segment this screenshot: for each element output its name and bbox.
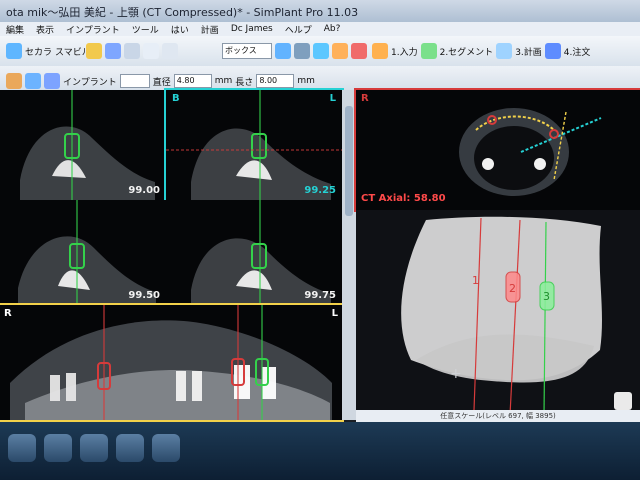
implant-toolbar: インプラント 直径 4.80 mm 長さ 8.00 mm (0, 66, 640, 91)
menu-item[interactable]: Dc James (231, 24, 273, 34)
length-field[interactable]: 8.00 (256, 74, 295, 88)
vertical-scrollbar[interactable] (342, 90, 356, 420)
main-toolbar: セカラ スマビル ボックス 1.入力 2.セグメント 3.計画 4.注文 (0, 36, 640, 67)
contrast-icon[interactable] (124, 43, 140, 59)
menu-item[interactable]: はい (171, 23, 189, 36)
diameter-field[interactable]: 4.80 (173, 74, 212, 88)
step-2-label[interactable]: 2.セグメント (440, 45, 494, 58)
pano-r-label: R (4, 308, 12, 319)
view-cube-icon[interactable] (614, 392, 632, 410)
length-label: 長さ (235, 77, 254, 88)
titlebar: ota mik～弘田 美紀 - 上顎 (CT Compressed)* - Si… (0, 0, 640, 22)
nerve-icon[interactable] (25, 73, 41, 89)
step-3-label[interactable]: 3.計画 (515, 45, 542, 58)
step-buttons: 1.入力 2.セグメント 3.計画 4.注文 (372, 42, 590, 60)
menu-item[interactable]: ヘルプ (285, 23, 312, 36)
implant-icon[interactable] (6, 73, 22, 89)
order-icon[interactable] (544, 43, 561, 59)
measure-icon[interactable] (44, 73, 60, 89)
diameter-label: 直径 (152, 77, 171, 88)
import-icon[interactable] (372, 43, 388, 59)
axial-caption: CT Axial: 58.80 (361, 193, 446, 204)
cross-section-view-1[interactable]: 99.00 (0, 90, 166, 200)
step-1-label[interactable]: 1.入力 (391, 45, 418, 58)
menu-item[interactable]: ツール (132, 23, 159, 36)
move-icon[interactable] (162, 43, 178, 59)
status-bar: 任意スケール(レベル 697, 幅 3895) (356, 410, 640, 422)
implant-label: インプラント (63, 77, 117, 88)
slice-value: 99.00 (128, 185, 160, 196)
windows-taskbar (0, 422, 640, 480)
undo-icon[interactable] (86, 43, 102, 59)
slice-value: 99.25 (304, 185, 336, 196)
3d-render: 1 2 3 + (356, 210, 640, 420)
pano-l-label: L (331, 308, 338, 319)
menu-item[interactable]: インプラント (66, 23, 120, 36)
app-window: ota mik～弘田 美紀 - 上顎 (CT Compressed)* - Si… (0, 0, 640, 480)
scroll-thumb[interactable] (345, 106, 353, 216)
stop-icon[interactable] (351, 43, 367, 59)
3d-view[interactable]: 1 2 3 + (356, 210, 640, 420)
view-dropdown[interactable]: ボックス (222, 43, 272, 59)
panoramic-view[interactable]: R L (0, 303, 344, 422)
start-button-icon[interactable] (8, 434, 36, 462)
view-select: ボックス (222, 42, 367, 60)
diameter-unit: mm (214, 76, 233, 86)
warning-icon[interactable] (332, 43, 348, 59)
segment-icon[interactable] (420, 43, 437, 59)
scan-image (0, 90, 166, 200)
left-tools: セカラ スマビル (6, 42, 91, 60)
slice-value: 99.75 (304, 290, 336, 301)
zoom-in-icon[interactable] (275, 43, 291, 59)
cross-section-view-2[interactable]: B L 99.25 (164, 88, 344, 202)
scan-image (166, 90, 342, 200)
menu-item[interactable]: 編集 (6, 23, 24, 36)
implant-2-label: 2 (509, 282, 516, 295)
implant-tools: インプラント 直径 4.80 mm 長さ 8.00 mm (6, 72, 315, 90)
fit-icon[interactable] (313, 43, 329, 59)
panoramic-image (0, 305, 342, 420)
step-4-label[interactable]: 4.注文 (564, 45, 591, 58)
cursor-crosshair: + (450, 366, 462, 382)
axial-r-label: R (361, 93, 369, 104)
length-unit: mm (297, 76, 315, 86)
status-text: 任意スケール(レベル 697, 幅 3895) (440, 412, 556, 420)
rotate-icon[interactable] (143, 43, 159, 59)
view-b-label: B (172, 93, 180, 104)
window-title: ota mik～弘田 美紀 - 上顎 (CT Compressed)* - Si… (6, 6, 359, 19)
redo-icon[interactable] (105, 43, 121, 59)
implant-3-label: 3 (543, 290, 550, 303)
layers-icon[interactable] (6, 43, 22, 59)
menu-item[interactable]: 表示 (36, 23, 54, 36)
slice-value: 99.50 (128, 290, 160, 301)
view-l-label: L (329, 93, 336, 104)
plan-icon[interactable] (496, 43, 513, 59)
taskbar-app-icon[interactable] (116, 434, 144, 462)
left-label: セカラ (25, 47, 53, 58)
cross-section-view-3[interactable]: 99.50 (0, 200, 166, 305)
workspace: 99.00 B L 99.25 99.50 99.75 R L R CT Axi… (0, 88, 640, 422)
cross-section-view-4[interactable]: 99.75 (166, 200, 342, 305)
zoom-out-icon[interactable] (294, 43, 310, 59)
tool-group-1 (86, 42, 178, 60)
menubar: 編集 表示 インプラント ツール はい 計画 Dc James ヘルプ Ab? (0, 22, 640, 36)
menu-item[interactable]: 計画 (201, 23, 219, 36)
implant-field[interactable] (119, 74, 150, 88)
menu-item[interactable]: Ab? (324, 24, 341, 34)
taskbar-app-icon[interactable] (80, 434, 108, 462)
taskbar-app-icon[interactable] (152, 434, 180, 462)
axial-image (356, 90, 640, 210)
axial-view[interactable]: R CT Axial: 58.80 (354, 88, 640, 212)
taskbar-app-icon[interactable] (44, 434, 72, 462)
implant-1-label: 1 (472, 274, 479, 287)
